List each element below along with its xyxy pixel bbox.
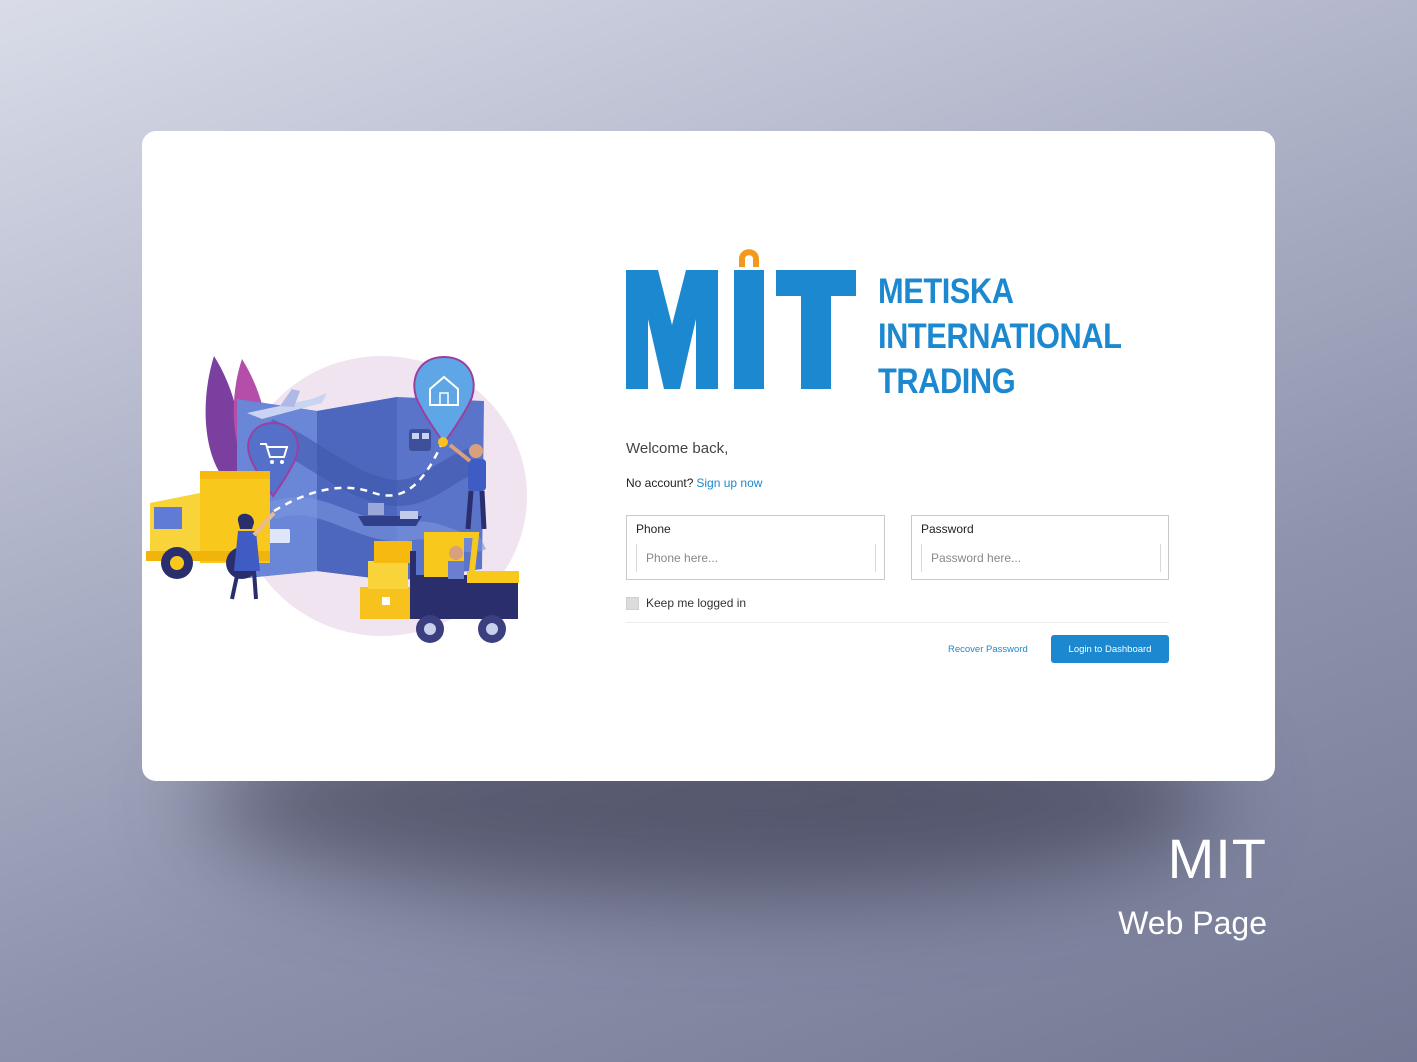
keep-logged-in-label: Keep me logged in — [646, 596, 747, 610]
map-truck-icon — [260, 529, 290, 543]
password-label: Password — [921, 522, 974, 536]
password-field-group: Password — [911, 515, 1169, 580]
route-dot — [438, 437, 448, 447]
route-path — [273, 442, 444, 513]
house-pin-icon — [413, 355, 475, 445]
map-icon — [237, 397, 487, 581]
boxes-icon — [360, 541, 412, 619]
brand-name-line-1: METISKA — [878, 272, 1014, 311]
ship-icon — [358, 503, 422, 526]
phone-label: Phone — [636, 522, 671, 536]
signup-prompt: No account? Sign up now — [626, 476, 762, 490]
background-blob — [237, 356, 527, 636]
phone-field-group: Phone — [626, 515, 885, 580]
mit-monogram-icon — [626, 249, 856, 389]
woman-figure — [230, 511, 276, 600]
caption-subtitle: Web Page — [1118, 905, 1267, 941]
keep-logged-in[interactable]: Keep me logged in — [626, 596, 746, 610]
recover-password-link[interactable]: Recover Password — [948, 644, 1028, 655]
login-card: METISKA INTERNATIONAL TRADING Welcome ba… — [142, 131, 1275, 781]
welcome-text: Welcome back, — [626, 440, 729, 457]
cart-pin-icon — [247, 421, 299, 498]
brand-name-line-3: TRADING — [878, 362, 1016, 401]
no-account-text: No account? — [626, 476, 694, 490]
password-input[interactable] — [921, 544, 1161, 572]
brand-logo: METISKA INTERNATIONAL TRADING — [626, 247, 1126, 401]
keep-logged-in-checkbox[interactable] — [626, 596, 639, 610]
forklift-icon — [410, 532, 519, 643]
train-icon — [409, 429, 431, 451]
form-divider — [626, 622, 1169, 623]
brand-name-line-2: INTERNATIONAL — [878, 317, 1122, 356]
leaf-left — [205, 356, 241, 476]
airplane-icon — [247, 389, 327, 419]
leaf-right — [233, 359, 271, 479]
caption-title: MIT — [1167, 827, 1267, 890]
man-figure — [448, 443, 487, 530]
truck-icon — [146, 471, 270, 579]
brand-name: METISKA INTERNATIONAL TRADING — [878, 269, 1122, 404]
phone-input[interactable] — [636, 544, 876, 572]
login-button[interactable]: Login to Dashboard — [1051, 635, 1169, 663]
signup-link[interactable]: Sign up now — [696, 476, 762, 490]
